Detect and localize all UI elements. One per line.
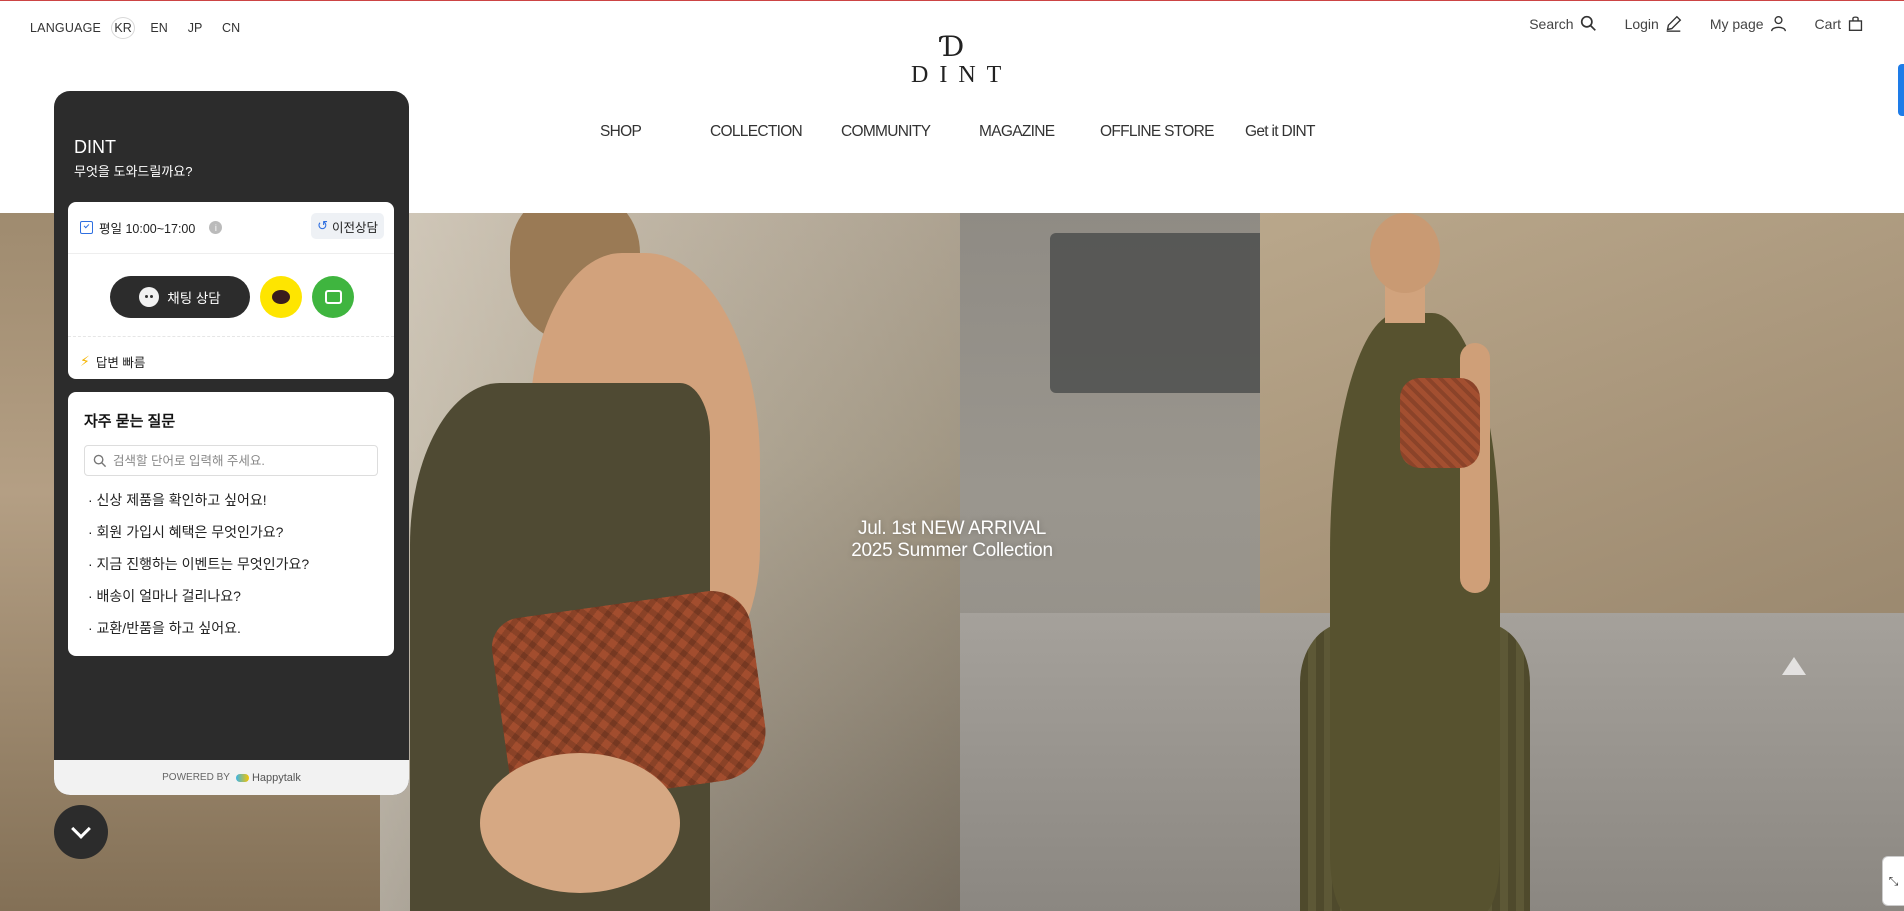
language-option-en[interactable]: EN (147, 17, 171, 39)
chatbot-icon (139, 287, 160, 307)
language-selector: LANGUAGE KR EN JP CN (30, 17, 255, 39)
hero-caption-line2: 2025 Summer Collection (851, 540, 1053, 561)
logo-mark: Ɗ (941, 30, 965, 63)
search-icon (1580, 15, 1596, 31)
user-icon (1770, 16, 1786, 32)
happytalk-logo[interactable]: Happytalk (235, 771, 301, 784)
model-right-illustration (1290, 213, 1550, 911)
nav-magazine[interactable]: MAGAZINE (979, 123, 1055, 141)
language-option-jp[interactable]: JP (183, 17, 207, 39)
chat-brand: DINT (74, 137, 116, 157)
faq-title: 자주 묻는 질문 (84, 413, 176, 430)
faq-item[interactable]: · 지금 진행하는 이벤트는 무엇인가요? (88, 554, 309, 574)
side-tab[interactable] (1898, 64, 1904, 116)
info-icon[interactable]: i (209, 221, 223, 234)
language-label: LANGUAGE (30, 21, 102, 35)
faq-item[interactable]: · 교환/반품을 하고 싶어요. (88, 618, 241, 638)
kakao-bubble-icon (272, 290, 290, 304)
nav-get-it-dint[interactable]: Get it DINT (1245, 123, 1316, 141)
fast-reply-badge: ⚡ 답변 빠름 (80, 352, 145, 371)
language-option-kr[interactable]: KR (111, 17, 136, 39)
previous-consult-label: 이전상담 (331, 220, 378, 235)
site-logo[interactable]: Ɗ DINT (905, 30, 1013, 89)
divider (68, 253, 394, 254)
calendar-check-icon (80, 221, 93, 234)
chat-greeting: 무엇을 도와드릴까요? (74, 164, 193, 179)
logo-wordmark: DINT (911, 62, 1013, 88)
hero-caption-line1: Jul. 1st NEW ARRIVAL (858, 518, 1046, 539)
powered-by-label: POWERED BY (162, 772, 230, 783)
nav-community[interactable]: COMMUNITY (841, 123, 931, 141)
business-hours: 평일 10:00~17:00 i (80, 218, 223, 237)
cart-link[interactable]: Cart (1815, 15, 1864, 32)
hero-caption: Jul. 1st NEW ARRIVAL 2025 Summer Collect… (760, 518, 1144, 562)
kakaotalk-button[interactable] (260, 276, 302, 318)
cart-label: Cart (1814, 15, 1841, 32)
chevron-down-icon (71, 819, 91, 839)
faq-search-input[interactable] (113, 453, 363, 468)
divider (68, 336, 394, 337)
faq-search (84, 445, 378, 476)
faq-item[interactable]: · 신상 제품을 확인하고 싶어요! (88, 490, 267, 510)
mypage-label: My page (1709, 15, 1764, 32)
model-left-illustration (410, 213, 830, 911)
happytalk-label: Happytalk (251, 771, 301, 784)
chat-consult-button[interactable]: 채팅 상담 (110, 276, 250, 318)
nav-shop[interactable]: SHOP (600, 123, 642, 141)
talktalk-button[interactable] (312, 276, 354, 318)
fast-reply-label: 답변 빠름 (95, 356, 146, 370)
search-label: Search (1529, 15, 1574, 32)
faq-card: 자주 묻는 질문 · 신상 제품을 확인하고 싶어요! · 회원 가입시 혜택은… (68, 392, 394, 656)
chat-consult-label: 채팅 상담 (167, 291, 221, 306)
happytalk-icon (235, 773, 249, 782)
scroll-top-arrow-icon[interactable] (1782, 657, 1806, 675)
faq-item[interactable]: · 배송이 얼마나 걸리나요? (88, 586, 241, 606)
top-border (0, 0, 1904, 1)
previous-consult-button[interactable]: ↺ 이전상담 (311, 213, 384, 239)
login-label: Login (1624, 15, 1659, 32)
history-icon: ↺ (317, 218, 328, 233)
chat-toggle-button[interactable] (54, 805, 108, 859)
chat-widget: DINT 무엇을 도와드릴까요? 평일 10:00~17:00 i ↺ 이전상담… (54, 91, 409, 795)
hours-text: 평일 10:00~17:00 (99, 222, 196, 236)
consult-card: 평일 10:00~17:00 i ↺ 이전상담 채팅 상담 ⚡ 답변 빠름 (68, 202, 394, 379)
search-link[interactable]: Search (1529, 15, 1596, 32)
bag-icon (1848, 16, 1863, 31)
pencil-icon (1666, 15, 1682, 32)
utility-menu: Search Login My page Cart (1529, 15, 1864, 32)
language-option-cn[interactable]: CN (219, 17, 243, 39)
search-icon (93, 454, 107, 467)
mypage-link[interactable]: My page (1710, 15, 1787, 32)
lightning-icon: ⚡ (80, 353, 90, 369)
message-icon (324, 290, 342, 304)
chat-footer: POWERED BY Happytalk (54, 760, 409, 795)
nav-offline-store[interactable]: OFFLINE STORE (1100, 123, 1214, 141)
corner-tool-icon[interactable]: ⤡ (1882, 856, 1904, 906)
nav-collection[interactable]: COLLECTION (710, 123, 803, 141)
faq-item[interactable]: · 회원 가입시 혜택은 무엇인가요? (88, 522, 283, 542)
login-link[interactable]: Login (1625, 15, 1682, 32)
